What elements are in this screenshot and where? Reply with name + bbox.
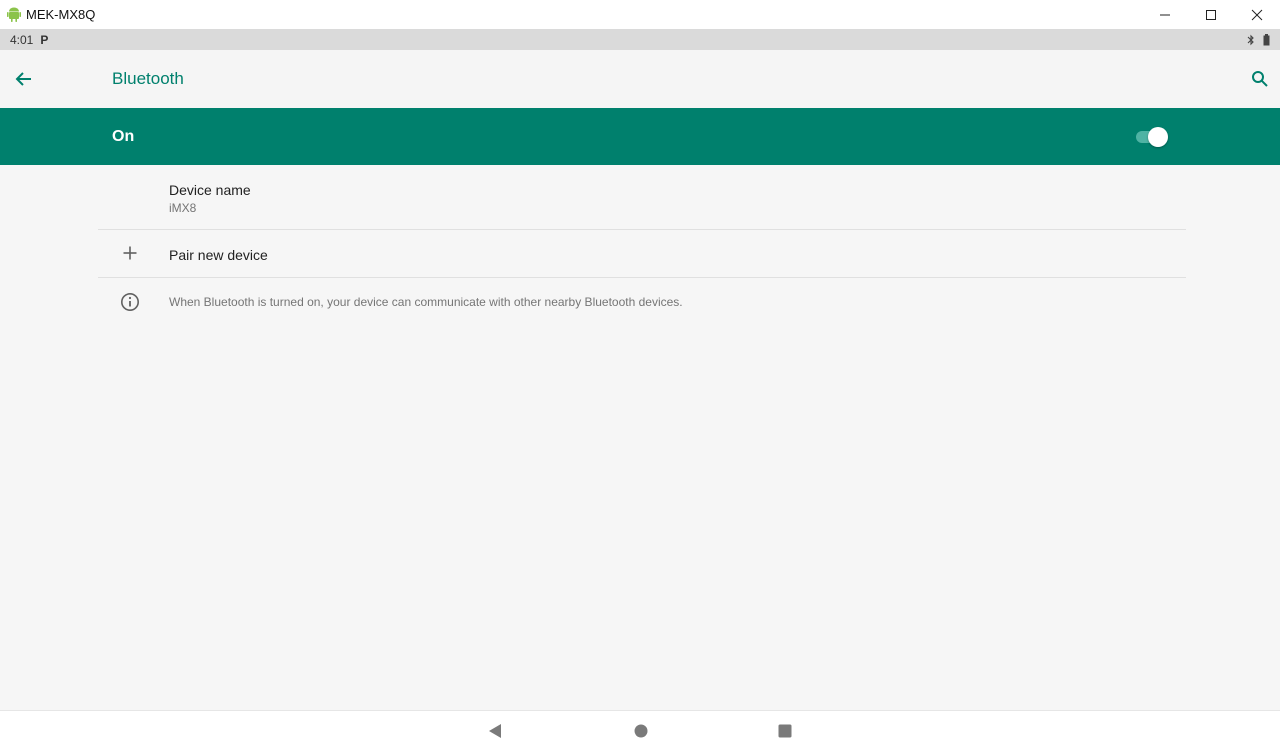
info-text: When Bluetooth is turned on, your device…	[169, 295, 683, 309]
device-name-preference[interactable]: Device name iMX8	[98, 165, 1186, 230]
nav-home-icon	[634, 724, 648, 738]
bluetooth-info-footer: When Bluetooth is turned on, your device…	[98, 278, 1186, 326]
search-button[interactable]	[1248, 67, 1272, 91]
info-icon	[119, 291, 141, 313]
device-name-title: Device name	[169, 182, 251, 198]
close-button[interactable]	[1234, 0, 1280, 29]
maximize-icon	[1206, 9, 1216, 20]
switch-label: On	[112, 128, 135, 145]
status-icons	[1247, 32, 1270, 47]
arrow-back-icon	[15, 72, 31, 86]
device-name-summary: iMX8	[169, 201, 197, 215]
nav-back-icon	[489, 724, 501, 738]
bluetooth-toggle[interactable]	[1134, 126, 1170, 148]
navigation-bar	[0, 710, 1280, 748]
window-controls	[1142, 0, 1280, 29]
nav-home-button[interactable]	[632, 722, 650, 740]
status-bar: 4:01 P	[0, 29, 1280, 50]
close-icon	[1251, 9, 1263, 20]
android-icon	[6, 7, 22, 23]
pair-new-device-preference[interactable]: Pair new device	[98, 230, 1186, 278]
nav-recents-button[interactable]	[776, 722, 794, 740]
minimize-icon	[1160, 14, 1170, 15]
toggle-thumb	[1148, 127, 1168, 147]
nav-recents-icon	[778, 724, 792, 738]
window-titlebar: MEK-MX8Q	[0, 0, 1280, 29]
battery-icon	[1263, 33, 1270, 45]
minimize-button[interactable]	[1142, 0, 1188, 29]
bluetooth-icon	[1247, 34, 1254, 45]
app-bar: Bluetooth	[0, 50, 1280, 108]
pair-new-device-title: Pair new device	[169, 247, 268, 263]
bluetooth-master-switch-bar[interactable]: On	[0, 108, 1280, 165]
nav-back-button[interactable]	[486, 722, 504, 740]
maximize-button[interactable]	[1188, 0, 1234, 29]
search-icon	[1252, 71, 1268, 87]
settings-content: Device name iMX8 Pair new device When Bl…	[0, 165, 1280, 710]
plus-icon	[120, 243, 140, 263]
page-title: Bluetooth	[112, 69, 184, 88]
status-time: 4:01	[10, 32, 34, 47]
back-button[interactable]	[12, 67, 36, 91]
parking-notification-icon: P	[40, 32, 49, 47]
window-title: MEK-MX8Q	[26, 7, 96, 22]
